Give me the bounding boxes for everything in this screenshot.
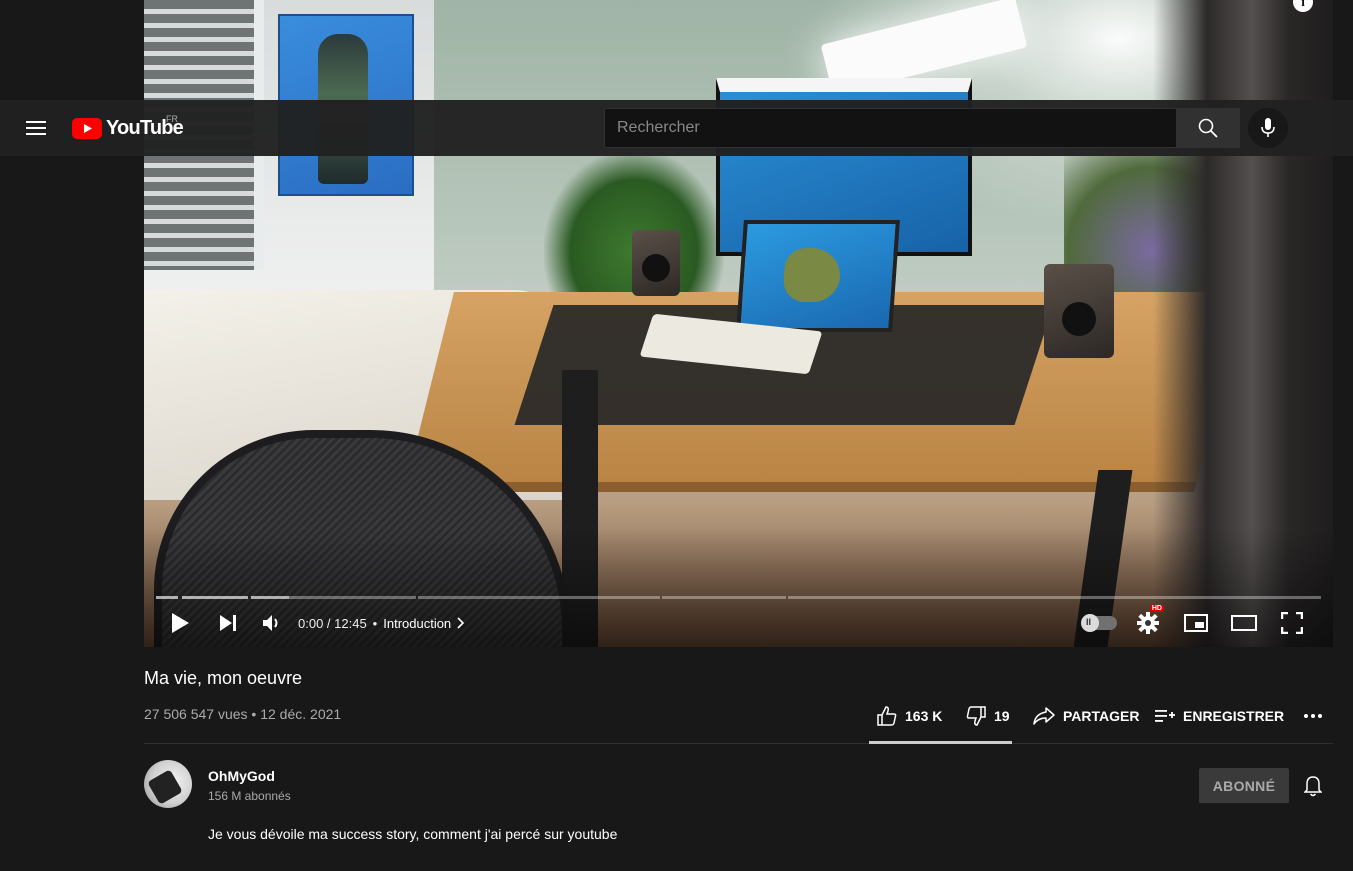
video-player[interactable]: i 0:00 / 12:45 • Introduction II HD [144,0,1333,647]
skip-next-icon [220,615,236,631]
sentiment-bar [869,741,1012,744]
search-input[interactable] [604,108,1176,148]
bell-icon [1304,776,1322,797]
microphone-icon [1261,118,1275,137]
menu-button[interactable] [18,112,54,144]
playlist-add-icon [1155,710,1175,722]
thumbs-down-icon [966,706,986,726]
dislike-count: 19 [994,708,1010,724]
hamburger-icon [26,121,46,135]
progress-bar[interactable] [156,596,1321,599]
video-frame-speaker [632,230,680,296]
controls-left: 0:00 / 12:45 • Introduction [162,608,465,638]
pause-icon: II [1086,617,1092,627]
dislike-button[interactable]: 19 [966,700,1010,732]
subscriber-count: 156 M abonnés [208,789,291,803]
channel-avatar[interactable] [144,760,192,808]
more-actions-button[interactable] [1303,700,1323,732]
search-button[interactable] [1176,108,1240,148]
settings-button[interactable]: HD [1130,605,1166,638]
chapter-segment [156,596,178,599]
autoplay-switch: II [1081,614,1117,632]
voice-search-button[interactable] [1248,108,1288,148]
hd-badge: HD [1149,605,1164,612]
play-icon [172,613,189,633]
save-label: ENREGISTRER [1183,708,1285,724]
share-label: PARTAGER [1063,708,1140,724]
time-separator: • [372,615,378,631]
chapter-title: Introduction [383,615,452,631]
notification-bell-button[interactable] [1300,774,1326,798]
like-count: 163 K [905,708,943,724]
share-icon [1033,707,1055,725]
theater-mode-icon [1231,615,1257,631]
chapter-segment [182,596,248,599]
mute-button[interactable] [254,608,290,638]
fullscreen-button[interactable] [1274,608,1310,638]
video-description: Je vous dévoile ma success story, commen… [208,826,618,842]
chapter-segment [289,596,416,599]
video-frame-laptop [736,220,900,332]
more-horizontal-icon [1304,714,1322,718]
thumbs-up-icon [877,706,897,726]
masthead: YouTube FR [0,100,1353,156]
search-icon [1198,118,1218,138]
chevron-right-icon [457,617,465,629]
video-frame-speaker [1044,264,1114,358]
divider [144,743,1333,744]
search-box [604,108,1240,148]
volume-icon [263,615,278,631]
subscribed-button[interactable]: ABONNÉ [1199,768,1289,803]
channel-name[interactable]: OhMyGod [208,768,275,784]
action-bar: 163 K 19 PARTAGER ENREGISTRER [0,700,1353,732]
play-button[interactable] [162,608,198,638]
miniplayer-button[interactable] [1178,608,1214,638]
gear-icon [1137,612,1159,634]
next-button[interactable] [210,608,246,638]
chapter-segment [662,596,786,599]
youtube-play-icon [72,117,102,139]
save-button[interactable]: ENREGISTRER [1155,700,1284,732]
miniplayer-icon [1184,614,1208,632]
country-code: FR [166,114,178,124]
share-button[interactable]: PARTAGER [1033,700,1139,732]
theater-button[interactable] [1226,608,1262,638]
video-title: Ma vie, mon oeuvre [144,668,303,688]
time-display: 0:00 / 12:45 [298,615,367,631]
chapter-segment [418,596,660,599]
chapter-button[interactable]: Introduction [383,616,465,631]
fullscreen-icon [1281,612,1303,634]
controls-right: II HD [1081,605,1310,638]
autoplay-toggle[interactable]: II [1081,608,1118,638]
like-button[interactable]: 163 K [877,700,942,732]
chapter-segment [788,596,1321,599]
chapter-segment [251,596,289,599]
